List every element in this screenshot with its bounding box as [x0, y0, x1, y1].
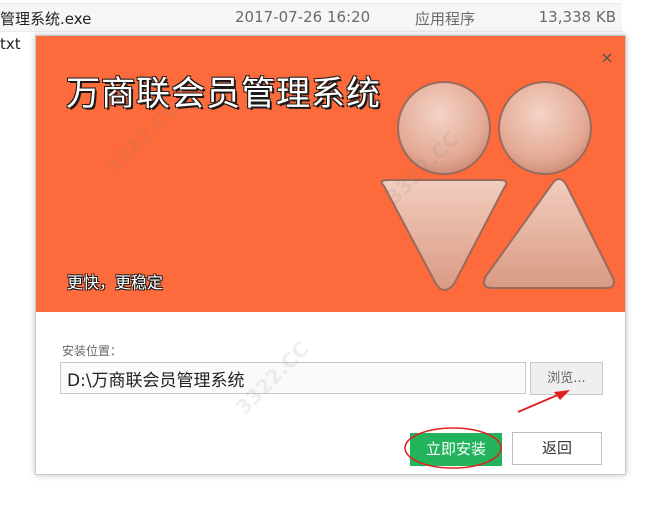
back-button[interactable]: 返回: [512, 432, 602, 465]
app-tagline: 更快，更稳定: [67, 273, 164, 292]
file-name: 管理系统.exe: [0, 10, 92, 28]
installer-dialog: 万商联会员管理系统 更快，更稳定 × 安装位置： 浏览... 立即安: [35, 35, 626, 475]
file-date: 2017-07-26 16:20: [235, 8, 371, 26]
install-path-label: 安装位置：: [62, 344, 123, 358]
logo-triangle-up: [483, 178, 615, 289]
install-now-button[interactable]: 立即安装: [410, 433, 502, 466]
installer-banner: 万商联会员管理系统 更快，更稳定 ×: [36, 36, 625, 312]
file-list-row-partial[interactable]: txt: [0, 35, 21, 53]
browse-button[interactable]: 浏览...: [530, 362, 603, 395]
app-title: 万商联会员管理系统: [66, 74, 381, 114]
logo-circle-right: [498, 81, 592, 175]
file-size: 13,338 KB: [538, 8, 616, 26]
file-type: 应用程序: [415, 10, 476, 28]
file-list-row[interactable]: 管理系统.exe 2017-07-26 16:20 应用程序 13,338 KB: [0, 3, 622, 32]
close-icon[interactable]: ×: [599, 50, 615, 66]
